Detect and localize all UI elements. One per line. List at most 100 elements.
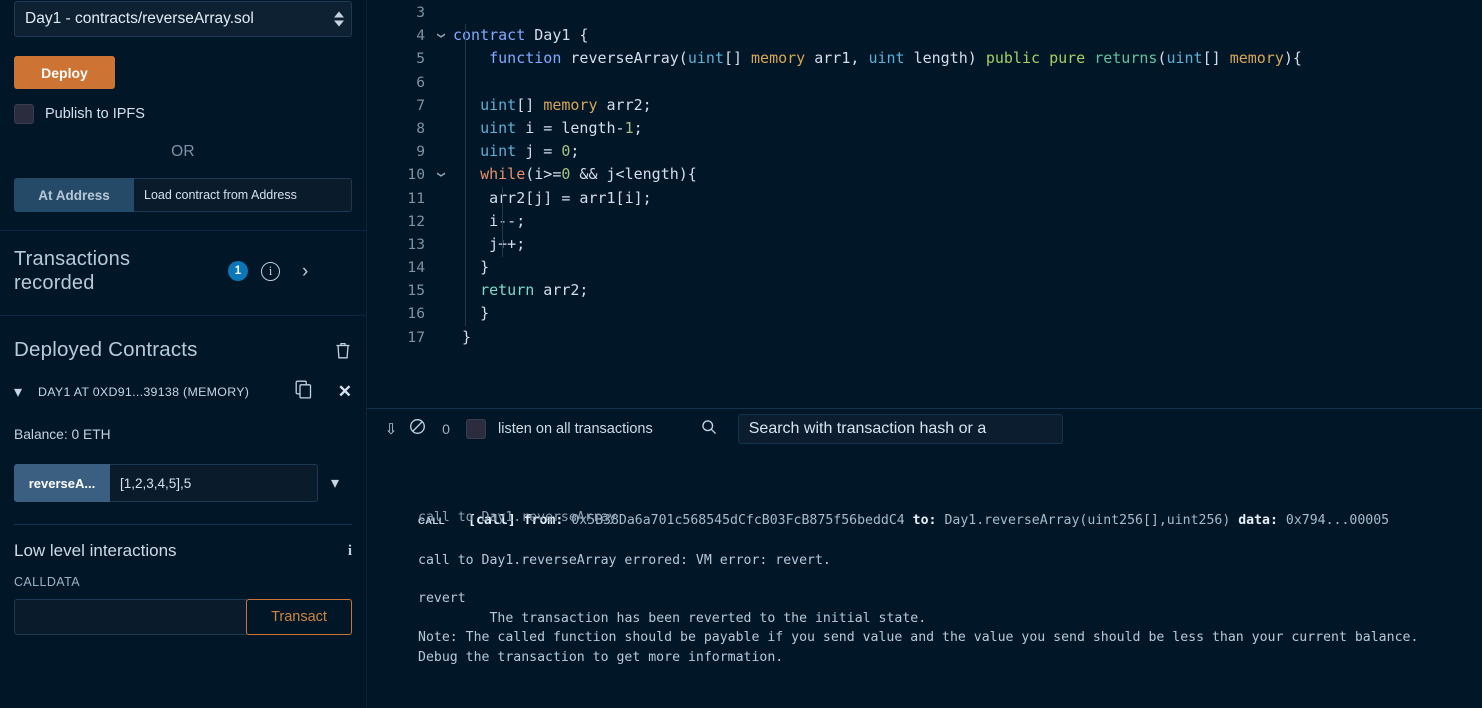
code-text: } [453, 258, 490, 277]
low-level-interactions-title: Low level interactions [14, 541, 177, 560]
transact-button[interactable]: Transact [246, 599, 352, 635]
fold-chevron-down-icon[interactable]: ❯ [430, 163, 453, 186]
chevron-right-icon[interactable]: › [302, 262, 308, 281]
transactions-recorded-title: Transactions recorded [14, 248, 131, 294]
search-icon [701, 419, 717, 440]
fold-placeholder [430, 302, 453, 325]
publish-to-ipfs-row[interactable]: Publish to IPFS [14, 104, 352, 124]
code-line[interactable]: 14 } [367, 256, 1482, 279]
terminal-revert-detail: The transaction has been reverted to the… [418, 610, 927, 626]
fold-placeholder [430, 94, 453, 117]
double-chevron-down-icon[interactable]: ⇩ [379, 420, 403, 438]
fold-placeholder [430, 210, 453, 233]
remix-ide-window: Deploy Publish to IPFS OR At Address Tra… [0, 0, 1482, 708]
transaction-search-input[interactable] [737, 414, 1063, 444]
line-number: 8 [416, 119, 425, 137]
contract-balance: Balance: 0 ETH [14, 427, 111, 442]
listen-on-all-transactions-label: listen on all transactions [498, 421, 653, 437]
fold-placeholder [430, 117, 453, 140]
code-line[interactable]: 8 uint i = length-1; [367, 117, 1482, 140]
code-line[interactable]: 3 [367, 1, 1482, 24]
code-text: i--; [453, 211, 526, 230]
line-number: 4 [416, 27, 425, 45]
code-line[interactable]: 5 function reverseArray(uint[] memory ar… [367, 47, 1482, 70]
close-icon[interactable]: ✕ [338, 382, 352, 402]
code-editor[interactable]: 3 4 ❯ contract Day1 {5 function reverseArra… [367, 0, 1482, 408]
terminal-error-message: call to Day1.reverseArray errored: VM er… [418, 552, 831, 568]
terminal-toolbar: ⇩ 0 listen on all transactions [367, 409, 1482, 449]
code-text: uint j = 0; [480, 142, 580, 161]
call-to-value: Day1.reverseArray(uint256[],uint256) [944, 513, 1231, 528]
fold-placeholder [430, 187, 453, 210]
call-to-key: to: [912, 513, 937, 528]
reverse-array-function-button[interactable]: reverseA... [14, 464, 110, 502]
call-data-value: 0x794...00005 [1285, 513, 1390, 528]
code-text: } [453, 327, 472, 346]
code-text: contract Day1 { [453, 26, 589, 45]
code-line[interactable]: 17 } [367, 326, 1482, 349]
code-line[interactable]: 16 } [367, 302, 1482, 325]
code-text: function reverseArray(uint[] memory arr1… [489, 49, 1302, 68]
fold-placeholder [430, 140, 453, 163]
fold-chevron-down-icon[interactable]: ❯ [430, 24, 453, 47]
code-text: uint i = length-1; [480, 118, 643, 137]
publish-ipfs-label: Publish to IPFS [45, 106, 145, 122]
code-line[interactable]: 6 [367, 71, 1482, 94]
fold-placeholder [430, 1, 453, 24]
indent-guide [502, 187, 503, 257]
code-line[interactable]: 4 ❯ contract Day1 { [367, 24, 1482, 47]
deploy-button[interactable]: Deploy [14, 56, 115, 89]
or-separator-label: OR [171, 143, 195, 160]
call-spacer-6 [1278, 513, 1286, 528]
line-number: 5 [416, 50, 425, 68]
line-number: 7 [416, 96, 425, 114]
ban-circle-icon[interactable] [403, 418, 431, 440]
code-text: return arr2; [480, 281, 589, 300]
call-data-key: data: [1238, 513, 1278, 528]
code-line[interactable]: 12 i--; [367, 210, 1482, 233]
deployed-contracts-title: Deployed Contracts [14, 338, 198, 361]
call-spacer-3 [905, 513, 913, 528]
code-text: while(i>=0 && j<length){ [480, 165, 697, 184]
deploy-and-run-panel: Deploy Publish to IPFS OR At Address Tra… [0, 0, 367, 708]
terminal-revert-label: revert [418, 591, 466, 607]
at-address-input[interactable] [134, 178, 352, 212]
listen-on-all-transactions-checkbox[interactable] [466, 419, 486, 439]
code-line[interactable]: 11 arr2[j] = arr1[i]; [367, 187, 1482, 210]
info-icon[interactable]: i [348, 543, 352, 560]
code-line[interactable]: 13 j++; [367, 233, 1482, 256]
line-number: 9 [416, 143, 425, 161]
line-number: 11 [407, 189, 425, 207]
fold-placeholder [430, 47, 453, 70]
deployed-contract-instance[interactable]: ▾ DAY1 AT 0XD91...39138 (MEMORY) ✕ [0, 362, 366, 404]
transactions-recorded-row: Transactions recorded 1 i › [0, 231, 366, 315]
code-line[interactable]: 15 return arr2; [367, 279, 1482, 302]
calldata-row: Transact [14, 599, 352, 635]
code-text: arr2[j] = arr1[i]; [453, 188, 652, 207]
terminal-log: call to Day1.reverseArray CALL [call] fr… [367, 510, 1482, 668]
code-content[interactable]: 3 4 ❯ contract Day1 {5 function reverseArra… [367, 0, 1482, 349]
contract-select-wrapper [14, 1, 352, 37]
function-arguments-input[interactable] [110, 464, 318, 502]
code-line[interactable]: 9 uint j = 0; [367, 140, 1482, 163]
code-line[interactable]: 7 uint[] memory arr2; [367, 94, 1482, 117]
line-number: 6 [416, 73, 425, 91]
copy-icon[interactable] [295, 380, 312, 404]
line-number: 14 [407, 259, 425, 277]
trash-icon[interactable] [334, 341, 352, 360]
line-number: 12 [407, 212, 425, 230]
calldata-input[interactable] [14, 599, 247, 635]
code-line[interactable]: 10 ❯ while(i>=0 && j<length){ [367, 163, 1482, 186]
info-circle-icon[interactable]: i [261, 261, 280, 281]
contract-select[interactable] [14, 1, 352, 37]
chevron-down-icon[interactable]: ▾ [14, 382, 38, 402]
transactions-count-badge: 1 [228, 261, 248, 281]
indent-guide [465, 24, 466, 326]
deployed-contract-label: DAY1 AT 0XD91...39138 (MEMORY) [38, 385, 250, 399]
line-number: 3 [416, 4, 425, 21]
publish-ipfs-checkbox[interactable] [14, 104, 34, 124]
at-address-button[interactable]: At Address [14, 178, 134, 212]
terminal-note-message: Note: The called function should be paya… [418, 630, 1419, 646]
function-expand-chevron-down-icon[interactable]: ▾ [318, 473, 352, 493]
calldata-label: CALLDATA [14, 575, 80, 589]
